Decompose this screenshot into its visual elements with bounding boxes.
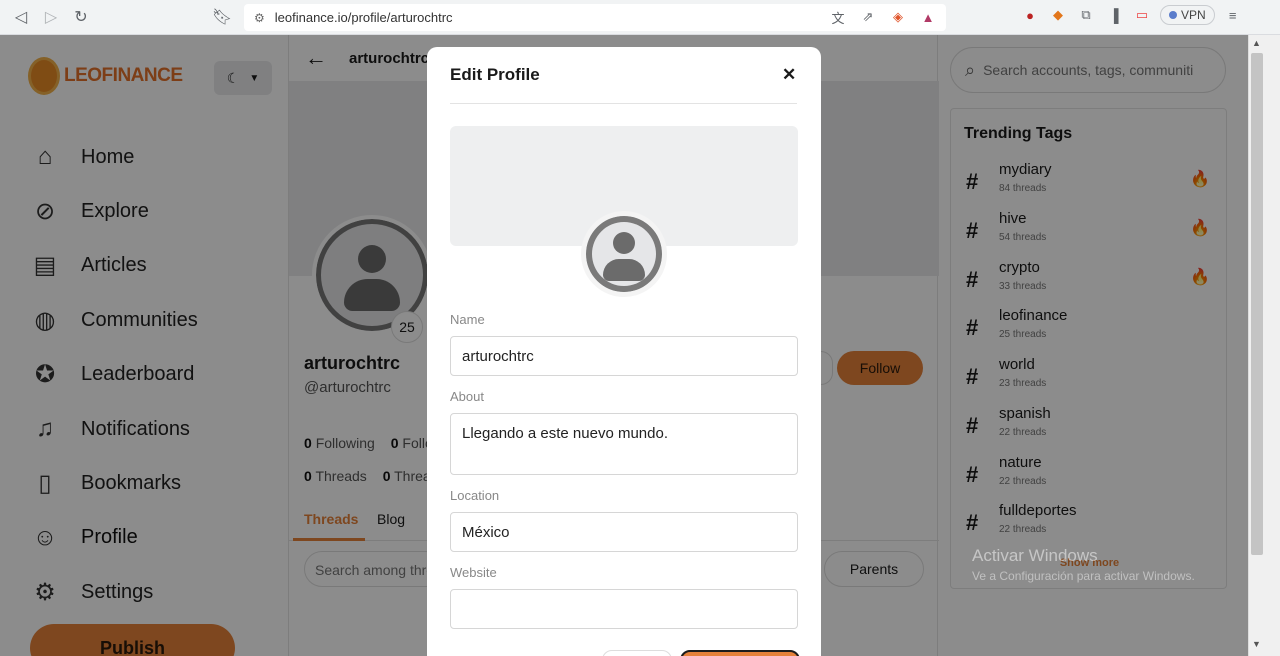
website-label: Website [450,565,497,580]
extension-icon-1[interactable]: ● [1020,5,1040,25]
address-bar[interactable]: ⚙ leofinance.io/profile/arturochtrc 文 ⇗ … [244,4,946,31]
windows-watermark-subtitle: Ve a Configuración para activar Windows. [972,569,1195,583]
vpn-status-dot [1169,11,1177,19]
location-label: Location [450,488,500,503]
scroll-up-arrow-icon[interactable]: ▲ [1252,38,1261,48]
name-label: Name [450,312,485,327]
vpn-label: VPN [1181,8,1206,22]
extensions-puzzle-icon[interactable]: ⧉ [1076,5,1096,25]
name-field[interactable]: arturochtrc [450,336,798,376]
browser-toolbar: ◁ ▷ ↻ 🔖︎ ⚙ leofinance.io/profile/arturoc… [0,0,1280,35]
dialog-title: Edit Profile [450,65,540,84]
divider [450,103,797,104]
location-field[interactable]: México [450,512,798,552]
translate-icon[interactable]: 文 [828,7,848,27]
brave-shield-icon[interactable]: ◈ [888,7,908,27]
cancel-button[interactable] [602,650,672,656]
edit-profile-dialog: Edit Profile ✕ Name arturochtrc About Ll… [427,47,821,656]
wallet-icon[interactable]: ▭ [1132,5,1152,25]
page-scrollbar[interactable]: ▲ ▼ [1248,35,1280,656]
reload-icon[interactable]: ↻ [66,2,96,32]
scroll-down-arrow-icon[interactable]: ▼ [1252,639,1261,649]
vpn-button[interactable]: VPN [1160,5,1215,25]
about-field[interactable]: Llegando a este nuevo mundo. [450,413,798,475]
menu-icon[interactable]: ≡ [1223,5,1243,25]
avatar-upload[interactable] [581,211,667,297]
windows-watermark-title: Activar Windows [972,546,1098,565]
url-text: leofinance.io/profile/arturochtrc [274,10,453,25]
about-label: About [450,389,484,404]
share-icon[interactable]: ⇗ [858,7,878,27]
brave-rewards-icon[interactable]: ▲ [918,7,938,27]
bookmark-page-icon[interactable]: 🔖︎ [207,2,237,32]
back-arrow-icon[interactable]: ◁ [6,2,36,32]
site-info-icon[interactable]: ⚙ [254,11,265,25]
close-icon[interactable]: ✕ [782,65,796,85]
save-button[interactable] [680,650,800,656]
sidebar-toggle-icon[interactable]: ▐ [1104,5,1124,25]
avatar-body-icon [603,259,645,281]
forward-arrow-icon[interactable]: ▷ [36,2,66,32]
metamask-icon[interactable]: ◆ [1048,5,1068,25]
avatar-head-icon [613,232,635,254]
scrollbar-thumb[interactable] [1251,53,1263,555]
website-field[interactable] [450,589,798,629]
